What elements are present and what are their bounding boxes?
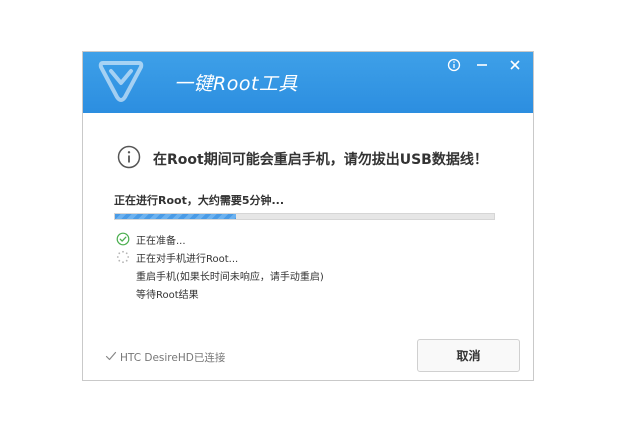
step-reboot: 重启手机(如果长时间未响应，请手动重启) [116, 266, 324, 284]
window-title: 一键Root工具 [174, 73, 298, 95]
progress-bar [114, 213, 495, 220]
title-bar[interactable]: 一键Root工具 [83, 52, 533, 113]
loading-spinner-icon [116, 250, 130, 264]
close-icon[interactable] [504, 54, 526, 76]
minimize-icon[interactable] [471, 54, 493, 76]
step-wait-result: 等待Root结果 [116, 284, 324, 302]
root-tool-window: 一键Root工具 在Root期间可能会重启手机，请勿拔出USB数据线！ 正在进行… [82, 51, 534, 381]
check-circle-icon [116, 232, 130, 246]
checkmark-icon [105, 350, 117, 365]
progress-fill [115, 214, 237, 219]
app-logo-icon [97, 56, 145, 106]
step-label: 正在对手机进行Root... [136, 253, 239, 265]
step-label: 重启手机(如果长时间未响应，请手动重启) [136, 271, 324, 283]
step-label: 等待Root结果 [136, 289, 199, 301]
cancel-button[interactable]: 取消 [417, 339, 520, 372]
step-list: 正在准备... 正在对手机进行Root... 重启手机(如果长时间未响应，请手动… [116, 230, 324, 302]
progress-label: 正在进行Root，大约需要5分钟... [114, 194, 285, 207]
warning-text: 在Root期间可能会重启手机，请勿拔出USB数据线！ [153, 152, 488, 168]
device-status-text: HTC DesireHD已连接 [120, 352, 226, 364]
step-rooting: 正在对手机进行Root... [116, 248, 324, 266]
info-circle-icon [117, 145, 141, 173]
step-preparing: 正在准备... [116, 230, 324, 248]
info-icon[interactable] [443, 54, 465, 76]
warning-message: 在Root期间可能会重启手机，请勿拔出USB数据线！ [117, 145, 488, 173]
step-label: 正在准备... [136, 235, 186, 247]
device-status: HTC DesireHD已连接 [105, 350, 225, 365]
